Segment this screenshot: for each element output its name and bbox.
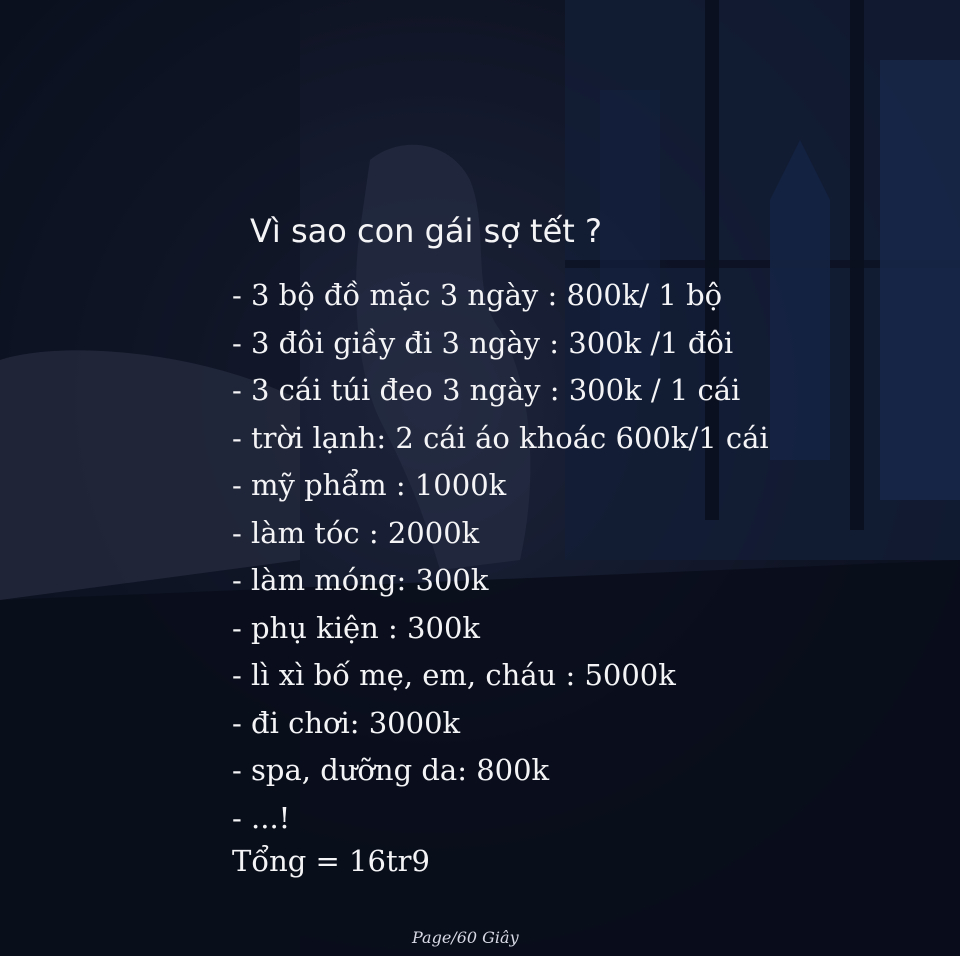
list-item: - 3 cái túi đeo 3 ngày : 300k / 1 cái bbox=[232, 373, 741, 407]
expense-list: - 3 bộ đồ mặc 3 ngày : 800k/ 1 bộ - 3 đô… bbox=[232, 272, 769, 842]
list-item: - ...! bbox=[232, 800, 291, 835]
list-item: - trời lạnh: 2 cái áo khoác 600k/1 cái bbox=[232, 420, 769, 455]
list-item: - phụ kiện : 300k bbox=[232, 610, 480, 645]
page-signature: Page/60 Giây bbox=[412, 928, 519, 947]
total-line: Tổng = 16tr9 bbox=[232, 844, 430, 878]
list-item: - spa, dưỡng da: 800k bbox=[232, 753, 550, 787]
list-item: - làm móng: 300k bbox=[232, 563, 489, 597]
quote-card: Vì sao con gái sợ tết ? - 3 bộ đồ mặc 3 … bbox=[0, 0, 960, 956]
list-item: - mỹ phẩm : 1000k bbox=[232, 468, 507, 502]
list-item: - lì xì bố mẹ, em, cháu : 5000k bbox=[232, 658, 676, 692]
list-item: - làm tóc : 2000k bbox=[232, 515, 480, 550]
post-title: Vì sao con gái sợ tết ? bbox=[250, 212, 602, 250]
list-item: - 3 đôi giầy đi 3 ngày : 300k /1 đôi bbox=[232, 325, 734, 360]
list-item: - 3 bộ đồ mặc 3 ngày : 800k/ 1 bộ bbox=[232, 278, 723, 312]
list-item: - đi chơi: 3000k bbox=[232, 705, 461, 740]
